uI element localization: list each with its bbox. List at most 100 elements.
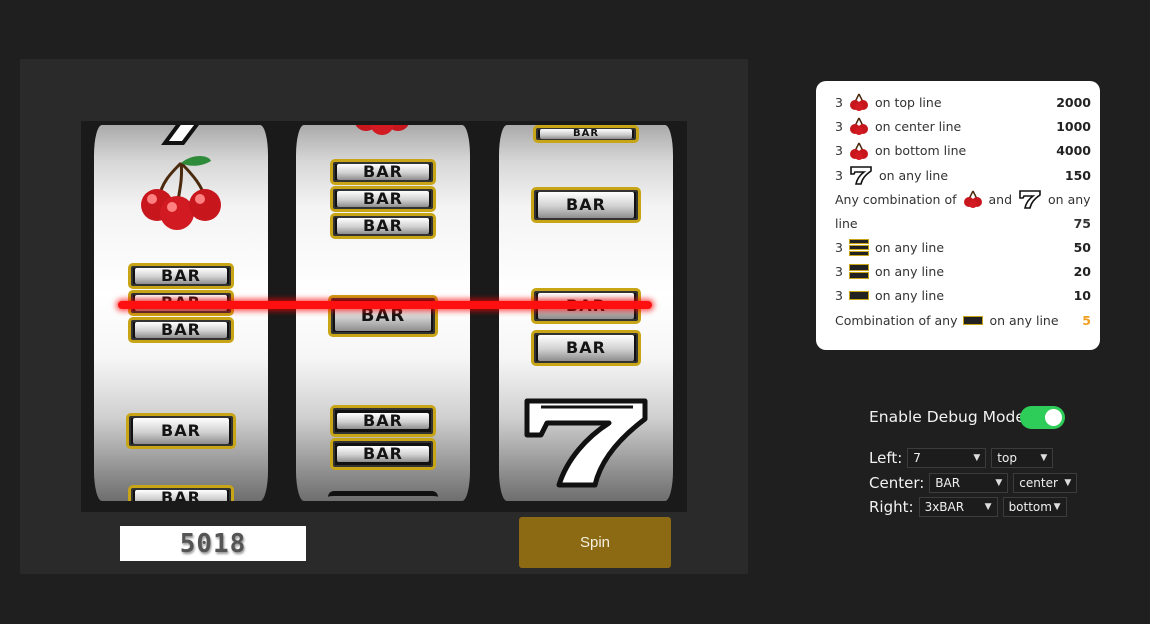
bar-label: BAR xyxy=(133,418,229,444)
paytable-row: Combination of any on any line 5 xyxy=(835,308,1091,332)
toggle-knob xyxy=(1045,409,1062,426)
paytable-text: and xyxy=(988,191,1013,207)
left-symbol-select[interactable]: 7 ▼ xyxy=(907,448,987,468)
seven-icon xyxy=(1019,190,1041,209)
paytable-text: on any line xyxy=(874,288,945,304)
bar-label: BAR xyxy=(337,191,429,207)
bar-label: BAR xyxy=(538,335,634,361)
select-value: 7 xyxy=(913,451,921,465)
select-value: 3xBAR xyxy=(924,500,965,514)
payout: 2000 xyxy=(1056,94,1091,110)
paytable-text: line xyxy=(835,215,858,231)
right-position-select[interactable]: bottom ▼ xyxy=(1002,497,1067,517)
right-symbol-select[interactable]: 3xBAR ▼ xyxy=(918,497,998,517)
chevron-down-icon: ▼ xyxy=(973,453,981,463)
count: 3 xyxy=(835,264,843,280)
paytable-row: Any combination of and on any line 75 xyxy=(835,187,1091,235)
bar-label: BAR xyxy=(135,490,227,501)
bar-label: BAR xyxy=(540,129,632,139)
select-value: bottom xyxy=(1008,500,1052,514)
bar-label: BAR xyxy=(337,446,429,462)
paytable-text: on bottom line xyxy=(874,143,967,159)
count: 3 xyxy=(835,143,843,159)
chevron-down-icon: ▼ xyxy=(1053,502,1061,512)
chevron-down-icon: ▼ xyxy=(1040,453,1048,463)
cherry-icon xyxy=(963,190,982,209)
paytable-row: 3 on center line 1000 xyxy=(835,114,1091,138)
seven-icon xyxy=(141,125,221,145)
paytable-text: Any combination of xyxy=(835,191,957,207)
paytable-text: on any line xyxy=(989,312,1059,328)
center-position-select[interactable]: center ▼ xyxy=(1013,473,1078,493)
bar-symbol: BAR xyxy=(531,187,641,223)
reels-frame: BAR BAR BAR BAR BAR BAR BAR BAR BAR BAR … xyxy=(81,121,687,512)
credits-display: 5018 xyxy=(120,526,306,561)
bar-label: BAR xyxy=(135,322,227,338)
debug-mode-toggle[interactable] xyxy=(1020,406,1065,429)
debug-row-center: Center: BAR ▼ center ▼ xyxy=(869,473,1078,493)
bar-label: BAR xyxy=(135,268,227,284)
paytable-text: on top line xyxy=(874,94,942,110)
paytable: 3 on top line 2000 3 on center line 1000… xyxy=(816,81,1100,350)
count: 3 xyxy=(835,239,843,255)
payout: 50 xyxy=(1073,239,1091,255)
payout: 1000 xyxy=(1056,118,1091,134)
paytable-text: on center line xyxy=(874,118,962,134)
cherry-icon xyxy=(849,142,868,160)
partial-symbol xyxy=(328,491,438,501)
chevron-down-icon: ▼ xyxy=(1064,478,1072,488)
payout: 10 xyxy=(1073,288,1091,304)
payout: 20 xyxy=(1073,264,1091,280)
cherry-icon xyxy=(849,93,868,112)
cherry-icon xyxy=(348,125,418,139)
spin-button[interactable]: Spin xyxy=(519,517,671,568)
bar-label: BAR xyxy=(337,413,429,429)
payout: 75 xyxy=(1073,215,1091,231)
double-bar-icon xyxy=(848,264,869,280)
payout: 5 xyxy=(1082,312,1091,328)
seven-icon xyxy=(850,166,872,185)
bar-icon xyxy=(963,315,984,325)
debug-center-label: Center: xyxy=(869,474,925,492)
bar-icon xyxy=(848,291,869,301)
payout: 150 xyxy=(1064,167,1091,183)
count: 3 xyxy=(835,167,843,183)
slot-machine: BAR BAR BAR BAR BAR BAR BAR BAR BAR BAR … xyxy=(20,59,748,574)
reel-center: BAR BAR BAR BAR BAR BAR xyxy=(296,125,470,501)
debug-right-label: Right: xyxy=(869,498,914,516)
select-value: top xyxy=(997,451,1017,465)
bar-symbol: BAR xyxy=(533,125,639,143)
paytable-row: 3 on any line 50 xyxy=(835,235,1091,259)
count: 3 xyxy=(835,288,843,304)
paytable-row: 3 on any line 150 xyxy=(835,163,1091,187)
bar-symbol: BAR xyxy=(531,330,641,366)
triple-bar-icon xyxy=(848,238,869,256)
paytable-text: on any line xyxy=(874,264,945,280)
paytable-row: 3 on top line 2000 xyxy=(835,90,1091,114)
paytable-text: on any line xyxy=(874,239,945,255)
debug-row-left: Left: 7 ▼ top ▼ xyxy=(869,448,1054,468)
cherry-icon xyxy=(849,118,868,136)
left-position-select[interactable]: top ▼ xyxy=(991,448,1054,468)
chevron-down-icon: ▼ xyxy=(995,478,1003,488)
debug-mode-label: Enable Debug Mode: xyxy=(869,408,1031,426)
paytable-text: on any line xyxy=(878,167,949,183)
paytable-row: 3 on any line 10 xyxy=(835,284,1091,308)
bar-label: BAR xyxy=(337,164,429,180)
bar-symbol: BAR xyxy=(126,413,236,449)
reel-right: BAR BAR BAR BAR xyxy=(499,125,673,501)
select-value: center xyxy=(1019,476,1058,490)
reel-left: BAR BAR BAR BAR BAR xyxy=(94,125,268,501)
center-symbol-select[interactable]: BAR ▼ xyxy=(929,473,1009,493)
seven-icon xyxy=(521,397,651,489)
double-bar-symbol: BAR BAR xyxy=(330,405,436,470)
bar-label: BAR xyxy=(538,192,634,218)
count: 3 xyxy=(835,94,843,110)
paytable-row: 3 on bottom line 4000 xyxy=(835,139,1091,163)
cherry-icon xyxy=(131,153,231,233)
bar-label: BAR xyxy=(337,218,429,234)
bar-symbol: BAR xyxy=(128,485,234,501)
count: 3 xyxy=(835,118,843,134)
payout: 4000 xyxy=(1056,143,1091,159)
paytable-text: Combination of any xyxy=(835,312,958,328)
